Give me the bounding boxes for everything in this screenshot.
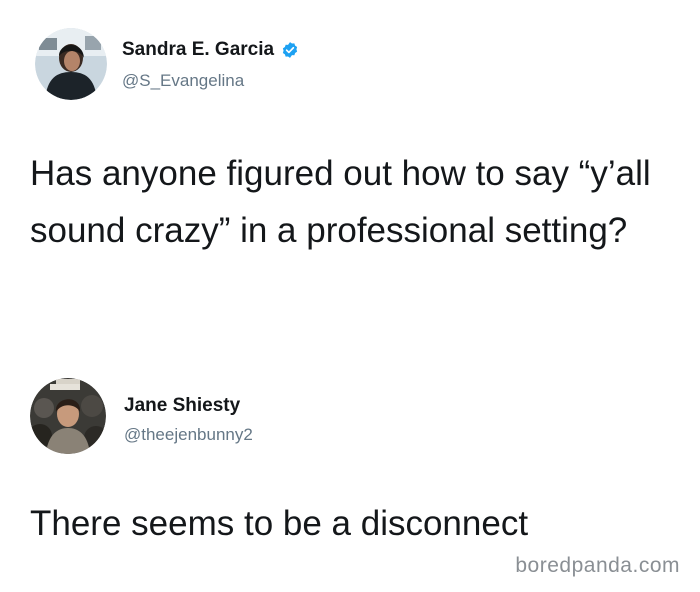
author-name-row: Jane Shiesty (124, 395, 240, 417)
tweet-body: There seems to be a disconnect (30, 504, 529, 543)
tweet-card: Sandra E. Garcia @S_Evangelina Has anyon… (0, 0, 700, 360)
watermark: boredpanda.com (515, 554, 680, 577)
display-name[interactable]: Jane Shiesty (124, 395, 240, 417)
avatar-photo (30, 378, 106, 454)
tweet-body: Has anyone figured out how to say “y’all… (30, 154, 651, 250)
avatar-photo (35, 28, 107, 100)
user-handle[interactable]: @S_Evangelina (122, 71, 244, 91)
user-avatar-icon[interactable] (30, 378, 106, 454)
author-name-row: Sandra E. Garcia (122, 39, 299, 61)
display-name[interactable]: Sandra E. Garcia (122, 39, 274, 61)
user-handle[interactable]: @theejenbunny2 (124, 425, 253, 445)
verified-badge-icon (281, 41, 299, 59)
user-avatar-icon[interactable] (35, 28, 107, 100)
